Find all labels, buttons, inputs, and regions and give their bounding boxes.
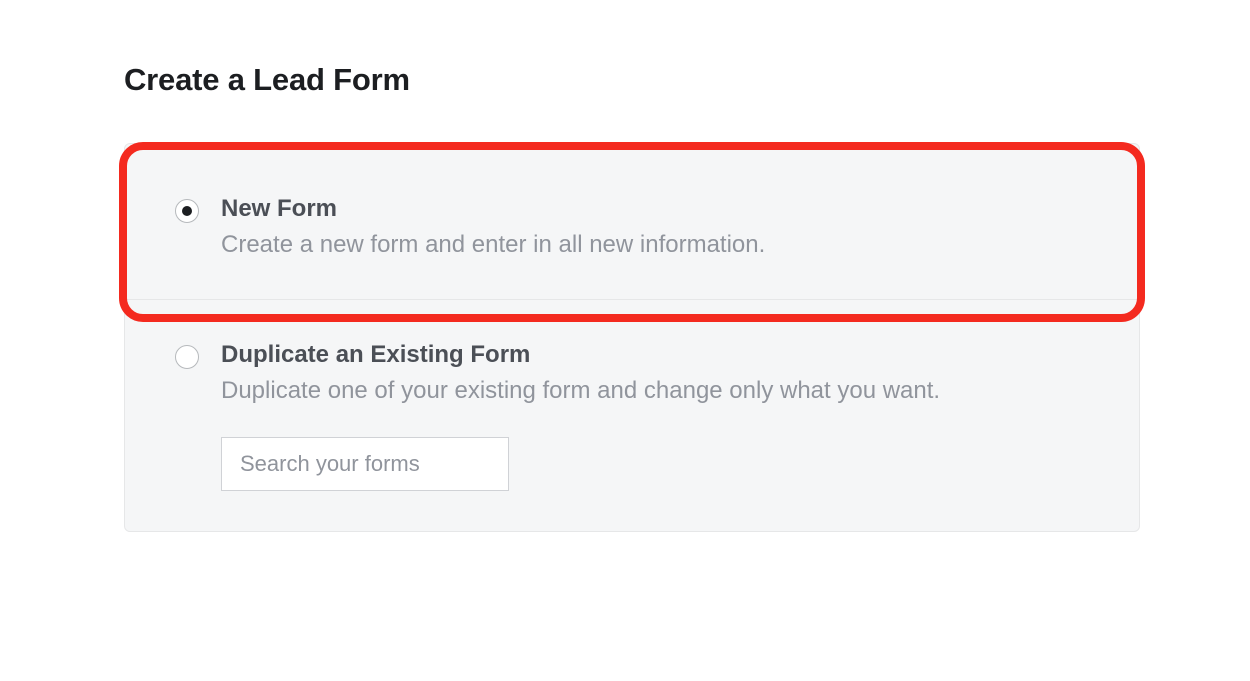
search-forms-field [221,437,509,491]
option-duplicate-form[interactable]: Duplicate an Existing Form Duplicate one… [125,299,1139,531]
option-new-form[interactable]: New Form Create a new form and enter in … [125,144,1139,299]
search-forms-input[interactable] [221,437,509,491]
option-new-form-label: New Form [221,194,765,224]
option-duplicate-form-desc: Duplicate one of your existing form and … [221,374,940,409]
page-title: Create a Lead Form [124,62,1140,98]
radio-new-form[interactable] [175,199,199,223]
options-panel: New Form Create a new form and enter in … [124,143,1140,532]
radio-duplicate-form[interactable] [175,345,199,369]
option-new-form-desc: Create a new form and enter in all new i… [221,228,765,263]
option-duplicate-form-label: Duplicate an Existing Form [221,340,940,370]
